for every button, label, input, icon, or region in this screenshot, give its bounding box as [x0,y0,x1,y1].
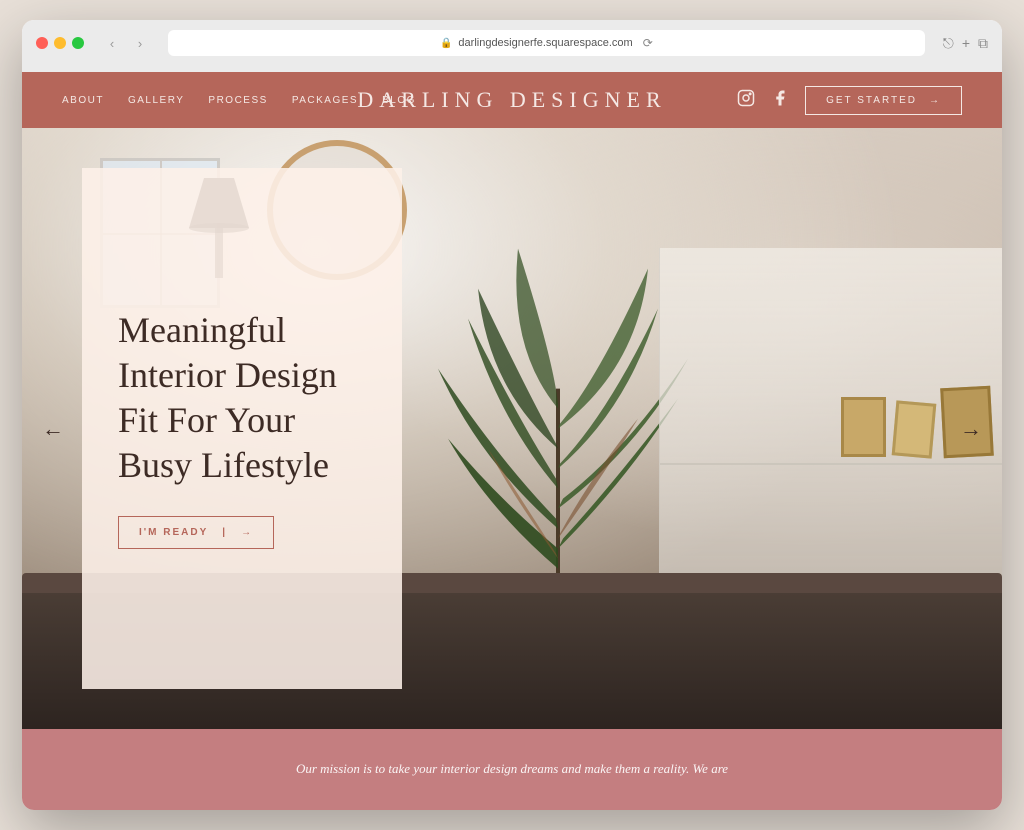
mission-text: Our mission is to take your interior des… [296,759,728,780]
nav-right: Get Started → [737,86,962,115]
hero-section: Meaningful Interior Design Fit For Your … [22,128,1002,729]
hero-title-line4: Busy Lifestyle [118,445,329,485]
duplicate-icon[interactable]: ⧉ [978,35,988,52]
hero-cta-divider: | [222,527,227,538]
url-text: darlingdesignerfe.squarespace.com [458,37,632,49]
nav-gallery[interactable]: Gallery [128,95,184,106]
shelf-area [659,248,1002,609]
lock-icon: 🔒 [440,38,452,49]
hero-cta-label: I'm Ready [139,527,208,538]
reload-icon[interactable]: ⟳ [643,36,653,50]
address-bar[interactable]: 🔒 darlingdesignerfe.squarespace.com ⟳ [168,30,925,56]
im-ready-button[interactable]: I'm Ready | → [118,516,274,549]
hero-title: Meaningful Interior Design Fit For Your … [118,308,366,488]
forward-button[interactable]: › [130,33,150,53]
prev-slide-button[interactable]: ← [42,416,64,442]
nav-packages[interactable]: Packages [292,95,358,106]
minimize-button[interactable] [54,37,66,49]
hero-cta-arrow: → [241,527,253,538]
nav-about[interactable]: About [62,95,104,106]
nav-process[interactable]: Process [208,95,267,106]
hero-title-line1: Meaningful [118,310,286,350]
get-started-button[interactable]: Get Started → [805,86,962,115]
instagram-link[interactable] [737,89,755,112]
close-button[interactable] [36,37,48,49]
hero-title-line2: Interior Design [118,355,337,395]
maximize-button[interactable] [72,37,84,49]
share-icon[interactable]: ⎋ [943,35,954,52]
website-content: About Gallery Process Packages Blog Darl… [22,72,1002,810]
site-navigation: About Gallery Process Packages Blog Darl… [22,72,1002,128]
cta-arrow: → [929,95,941,106]
cta-label: Get Started [826,95,917,106]
browser-chrome: ‹ › 🔒 darlingdesignerfe.squarespace.com … [22,20,1002,72]
facebook-link[interactable] [771,89,789,112]
new-tab-icon[interactable]: + [962,35,970,52]
back-button[interactable]: ‹ [102,33,122,53]
browser-window: ‹ › 🔒 darlingdesignerfe.squarespace.com … [22,20,1002,810]
brand-name[interactable]: Darling Designer [357,87,666,113]
next-slide-button[interactable]: → [960,416,982,442]
mission-section: Our mission is to take your interior des… [22,729,1002,810]
traffic-lights [36,37,84,49]
hero-content-box: Meaningful Interior Design Fit For Your … [82,168,402,689]
hero-title-line3: Fit For Your [118,400,295,440]
